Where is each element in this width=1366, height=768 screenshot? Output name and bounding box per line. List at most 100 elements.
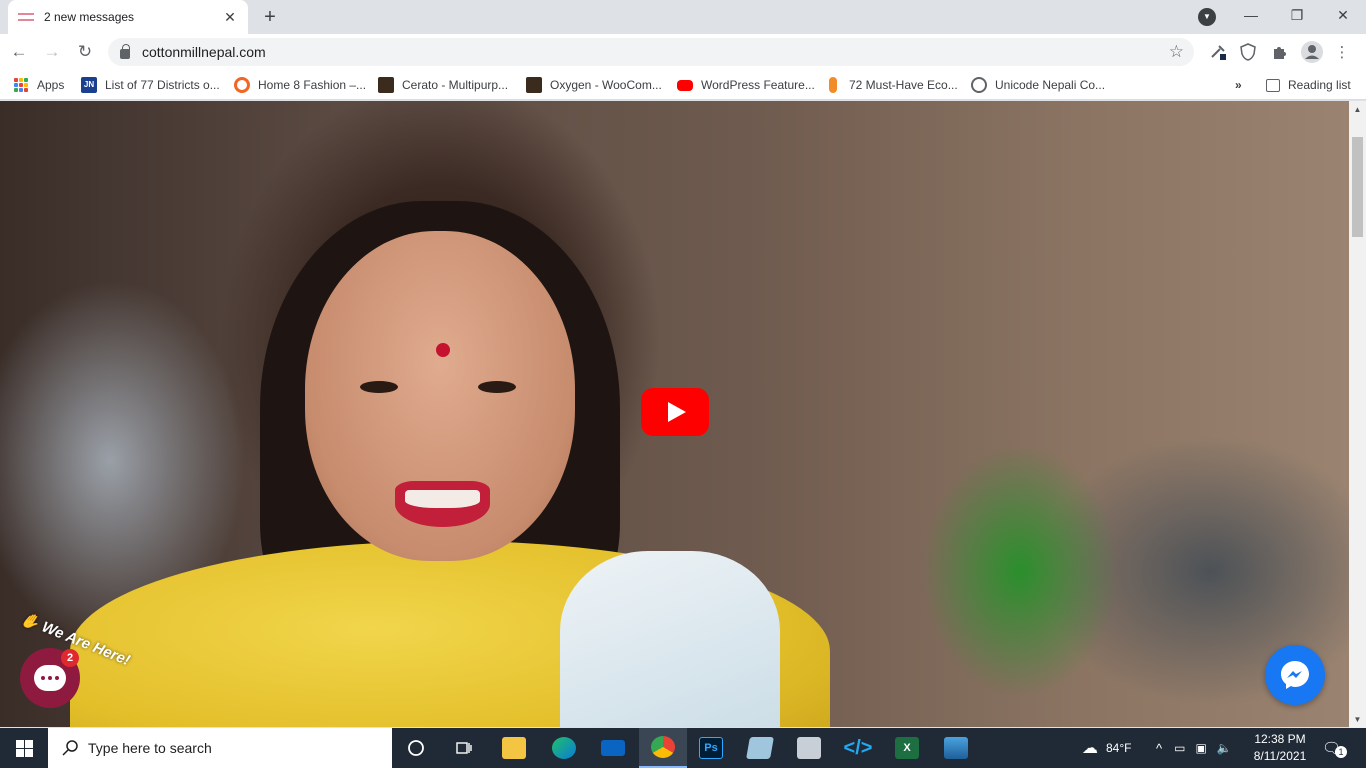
- folder-icon: [502, 737, 526, 759]
- site-icon: [378, 77, 394, 93]
- photos-icon: [944, 737, 968, 759]
- forward-button[interactable]: →: [38, 38, 66, 66]
- video-frame-bindi: [436, 343, 450, 357]
- scroll-thumb[interactable]: [1352, 137, 1363, 237]
- close-window-button[interactable]: ✕: [1320, 0, 1366, 30]
- taskbar-image-viewer[interactable]: [785, 728, 833, 768]
- site-icon: [526, 77, 542, 93]
- address-bar[interactable]: cottonmillnepal.com ☆: [108, 38, 1194, 66]
- profile-avatar-icon[interactable]: [1300, 40, 1324, 64]
- system-tray: ^ ▭ ▣ 🔈: [1156, 728, 1232, 768]
- chrome-icon: [651, 736, 675, 758]
- vscode-icon: </>: [843, 736, 873, 759]
- extension-tool-icon[interactable]: [1206, 40, 1230, 64]
- bookmark-eco[interactable]: 72 Must-Have Eco...: [825, 76, 958, 94]
- menu-kebab-icon[interactable]: ⋮: [1330, 40, 1354, 64]
- network-icon[interactable]: ▣: [1195, 741, 1206, 755]
- taskbar-photos[interactable]: [932, 728, 980, 768]
- taskbar-mail[interactable]: [589, 728, 637, 768]
- back-button[interactable]: ←: [5, 38, 33, 66]
- bookmark-apps[interactable]: Apps: [14, 76, 64, 94]
- edge-icon: [552, 737, 576, 759]
- bookmark-label: 72 Must-Have Eco...: [849, 78, 958, 92]
- bookmark-star-icon[interactable]: ☆: [1169, 42, 1184, 62]
- browser-toolbar: ← → ↻ cottonmillnepal.com ☆: [0, 34, 1366, 70]
- site-icon: [829, 77, 837, 93]
- lock-icon[interactable]: [120, 43, 130, 59]
- bookmark-oxygen[interactable]: Oxygen - WooCom...: [526, 76, 662, 94]
- search-icon: [62, 740, 78, 756]
- extensions-puzzle-icon[interactable]: [1268, 40, 1292, 64]
- globe-icon: [971, 77, 987, 93]
- chat-bubble-icon: [34, 665, 66, 691]
- taskbar-chrome[interactable]: [639, 728, 687, 768]
- taskbar-photoshop[interactable]: Ps: [687, 728, 735, 768]
- page-scrollbar[interactable]: ▲ ▼: [1349, 101, 1366, 728]
- cortana-circle-icon: [408, 740, 424, 756]
- tab-title: 2 new messages: [44, 10, 135, 24]
- windows-logo-icon: [15, 739, 33, 757]
- site-icon: [234, 77, 250, 93]
- new-tab-button[interactable]: +: [258, 6, 282, 28]
- bookmarks-bar: Apps JN List of 77 Districts o... Home 8…: [0, 70, 1366, 100]
- search-placeholder: Type here to search: [88, 740, 212, 756]
- tab-search-icon[interactable]: ▼: [1198, 8, 1216, 26]
- video-frame-eye: [360, 381, 398, 393]
- bookmark-wordpress[interactable]: WordPress Feature...: [677, 76, 815, 94]
- site-icon: JN: [81, 77, 97, 93]
- bookmark-home8[interactable]: Home 8 Fashion –...: [234, 76, 366, 94]
- taskbar-excel[interactable]: X: [883, 728, 931, 768]
- bookmark-unicode[interactable]: Unicode Nepali Co...: [971, 76, 1105, 94]
- video-frame-eye: [478, 381, 516, 393]
- clock-date: 8/11/2021: [1253, 749, 1307, 763]
- volume-muted-icon[interactable]: 🔈: [1217, 741, 1232, 755]
- cortana-button[interactable]: [392, 728, 440, 768]
- bookmark-label: Cerato - Multipurp...: [402, 78, 509, 92]
- excel-icon: X: [895, 737, 919, 759]
- clock-time: 12:38 PM: [1254, 732, 1306, 746]
- task-view-icon: [456, 742, 472, 754]
- taskbar-clock[interactable]: 12:38 PM 8/11/2021: [1250, 731, 1310, 765]
- video-frame-scarf: [560, 551, 780, 727]
- tray-overflow-chevron-icon[interactable]: ^: [1156, 741, 1162, 756]
- restore-button[interactable]: ❐: [1274, 0, 1320, 30]
- reading-list-icon: [1266, 78, 1280, 92]
- chat-unread-badge: 2: [61, 649, 79, 667]
- play-icon: [668, 402, 686, 422]
- shield-extension-icon[interactable]: [1236, 40, 1260, 64]
- bookmark-cerato[interactable]: Cerato - Multipurp...: [378, 76, 508, 94]
- youtube-icon: [677, 79, 693, 91]
- messenger-button[interactable]: [1265, 645, 1325, 705]
- reading-list-label: Reading list: [1288, 78, 1351, 92]
- notification-center-button[interactable]: 🗨 1: [1322, 728, 1348, 768]
- bookmarks-overflow-button[interactable]: »: [1235, 76, 1242, 94]
- scroll-up-arrow-icon[interactable]: ▲: [1349, 101, 1366, 118]
- taskbar-vscode[interactable]: </>: [834, 728, 882, 768]
- taskbar-edge[interactable]: [540, 728, 588, 768]
- taskbar-notes-app[interactable]: [736, 728, 784, 768]
- start-button[interactable]: [0, 728, 48, 768]
- site-favicon-icon: [18, 13, 34, 21]
- photoshop-icon: Ps: [699, 737, 723, 759]
- close-icon[interactable]: ✕: [222, 9, 238, 25]
- weather-temp: 84°F: [1106, 741, 1132, 755]
- bookmark-districts[interactable]: JN List of 77 Districts o...: [81, 76, 220, 94]
- scroll-down-arrow-icon[interactable]: ▼: [1349, 711, 1366, 728]
- taskbar-file-explorer[interactable]: [490, 728, 538, 768]
- minimize-button[interactable]: —: [1228, 0, 1274, 30]
- task-view-button[interactable]: [440, 728, 488, 768]
- battery-icon[interactable]: ▭: [1174, 741, 1185, 755]
- video-frame-teeth: [405, 490, 480, 508]
- mail-icon: [601, 740, 625, 756]
- notes-icon: [746, 737, 774, 759]
- url-text[interactable]: cottonmillnepal.com: [142, 44, 266, 60]
- bookmark-label: WordPress Feature...: [701, 78, 815, 92]
- reload-button[interactable]: ↻: [71, 38, 99, 66]
- weather-widget[interactable]: ☁ 84°F: [1082, 728, 1131, 768]
- bookmark-label: Unicode Nepali Co...: [995, 78, 1106, 92]
- reading-list-button[interactable]: Reading list: [1266, 76, 1351, 94]
- taskbar-search-box[interactable]: Type here to search: [48, 728, 392, 768]
- browser-tab[interactable]: 2 new messages ✕: [8, 0, 248, 34]
- messenger-icon: [1281, 661, 1309, 689]
- youtube-play-button[interactable]: [641, 388, 709, 436]
